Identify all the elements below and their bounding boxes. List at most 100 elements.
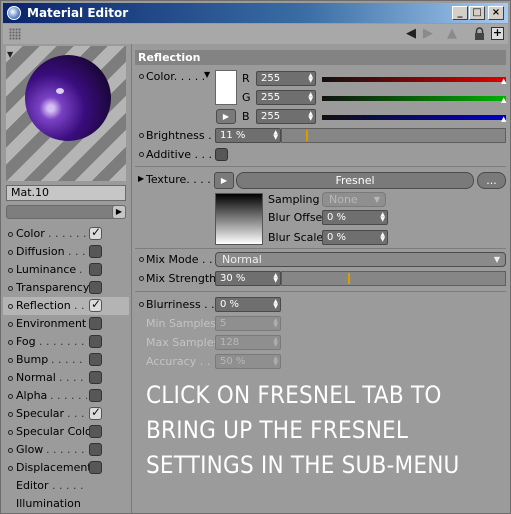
forward-arrow-icon[interactable]: ▶ <box>423 27 433 41</box>
min-samples-field[interactable]: 5 ▲ ▼ <box>215 316 281 331</box>
channel-checkbox[interactable] <box>89 263 102 276</box>
blurriness-anim-dot[interactable] <box>139 302 144 307</box>
b-slider-handle[interactable]: ▲ <box>501 116 506 123</box>
material-scroll-bar[interactable]: ▶ <box>6 205 126 219</box>
channel-item[interactable]: Displacement <box>3 459 129 477</box>
channel-anim-dot[interactable] <box>8 430 13 435</box>
brightness-spinner-icon[interactable]: ▲ ▼ <box>273 130 278 141</box>
close-button[interactable]: × <box>488 6 504 20</box>
color-menu-icon[interactable]: ▼ <box>204 70 210 79</box>
channel-item[interactable]: Color. . . . . . . <box>3 225 129 243</box>
channel-anim-dot[interactable] <box>8 412 13 417</box>
additive-checkbox[interactable] <box>215 148 228 161</box>
channel-item[interactable]: Glow. . . . . . . . . <box>3 441 129 459</box>
channel-checkbox[interactable] <box>89 317 102 330</box>
g-slider[interactable] <box>322 96 506 101</box>
channel-anim-dot[interactable] <box>8 448 13 453</box>
brightness-field[interactable]: 11 % ▲ ▼ <box>215 128 281 143</box>
channel-item[interactable]: Luminance. . . . <box>3 261 129 279</box>
grip-icon[interactable] <box>9 28 21 40</box>
channel-item[interactable]: Diffusion. . . . . <box>3 243 129 261</box>
channel-anim-dot[interactable] <box>8 340 13 345</box>
channel-item[interactable]: Illumination <box>3 495 129 513</box>
texture-expand-icon[interactable]: ▶ <box>138 174 144 183</box>
channel-anim-dot[interactable] <box>8 466 13 471</box>
scroll-right-icon[interactable]: ▶ <box>112 205 126 219</box>
b-slider[interactable] <box>322 115 506 120</box>
channel-checkbox[interactable] <box>89 281 102 294</box>
brightness-slider-handle[interactable] <box>306 130 308 141</box>
blur-offset-field[interactable]: 0 % ▲ ▼ <box>322 210 388 225</box>
channel-anim-dot[interactable] <box>8 268 13 273</box>
channel-item[interactable]: Specular Color <box>3 423 129 441</box>
channel-anim-dot[interactable] <box>8 250 13 255</box>
channel-checkbox[interactable] <box>89 425 102 438</box>
channel-item[interactable]: Specular. . . . <box>3 405 129 423</box>
blur-scale-spinner-icon[interactable]: ▲ ▼ <box>380 232 385 243</box>
blur-scale-field[interactable]: 0 % ▲ ▼ <box>322 230 388 245</box>
max-samples-field[interactable]: 128 ▲ ▼ <box>215 335 281 350</box>
minimize-button[interactable]: _ <box>452 6 468 20</box>
g-slider-handle[interactable]: ▲ <box>501 97 506 104</box>
channel-anim-dot[interactable] <box>8 322 13 327</box>
channel-anim-dot[interactable] <box>8 286 13 291</box>
channel-checkbox[interactable] <box>89 371 102 384</box>
channel-item[interactable]: Bump. . . . . . . . <box>3 351 129 369</box>
channel-anim-dot[interactable] <box>8 394 13 399</box>
r-spinner-icon[interactable]: ▲ ▼ <box>308 73 313 84</box>
material-name-field[interactable]: Mat.10 <box>6 185 126 201</box>
channel-checkbox[interactable] <box>89 405 102 420</box>
mix-strength-field[interactable]: 30 % ▲ ▼ <box>215 271 281 286</box>
mix-strength-anim-dot[interactable] <box>139 276 144 281</box>
channel-item[interactable]: Alpha. . . . . . . . <box>3 387 129 405</box>
texture-menu-button[interactable]: ▶ <box>214 172 234 189</box>
b-spinner-icon[interactable]: ▲ ▼ <box>308 111 313 122</box>
mix-strength-spinner-icon[interactable]: ▲ ▼ <box>273 273 278 284</box>
new-window-icon[interactable]: + <box>491 27 504 40</box>
channel-checkbox[interactable] <box>89 443 102 456</box>
brightness-slider[interactable] <box>281 128 506 143</box>
color-picker-button[interactable]: ▶ <box>216 109 236 124</box>
channel-checkbox[interactable] <box>89 297 102 312</box>
channel-checkbox[interactable] <box>89 225 102 240</box>
texture-browse-button[interactable]: ... <box>477 172 506 189</box>
mix-strength-slider-handle[interactable] <box>348 273 350 284</box>
r-value-field[interactable]: 255 ▲ ▼ <box>256 71 316 86</box>
channel-item[interactable]: Reflection. . <box>3 297 129 315</box>
title-bar[interactable]: Material Editor _ □ × <box>3 3 508 23</box>
channel-anim-dot[interactable] <box>8 376 13 381</box>
blurriness-field[interactable]: 0 % ▲ ▼ <box>215 297 281 312</box>
color-swatch[interactable] <box>215 70 237 105</box>
r-slider[interactable] <box>322 77 506 82</box>
channel-item[interactable]: Editor. . . . . . . <box>3 477 129 495</box>
additive-anim-dot[interactable] <box>139 152 144 157</box>
channel-checkbox[interactable] <box>89 389 102 402</box>
brightness-anim-dot[interactable] <box>139 133 144 138</box>
accuracy-field[interactable]: 50 % ▲ ▼ <box>215 354 281 369</box>
channel-checkbox[interactable] <box>89 245 102 258</box>
mix-mode-anim-dot[interactable] <box>139 257 144 262</box>
channel-checkbox[interactable] <box>89 353 102 366</box>
mix-strength-slider[interactable] <box>281 271 506 286</box>
channel-item[interactable]: Normal. . . . . . . <box>3 369 129 387</box>
back-arrow-icon[interactable]: ◀ <box>406 27 416 41</box>
material-preview[interactable]: ▼ <box>6 46 126 181</box>
channel-anim-dot[interactable] <box>8 304 13 309</box>
channel-item[interactable]: Environment <box>3 315 129 333</box>
blurriness-spinner-icon[interactable]: ▲ ▼ <box>273 299 278 310</box>
channel-item[interactable]: Fog. . . . . . . . . <box>3 333 129 351</box>
color-anim-dot[interactable] <box>139 74 144 79</box>
mix-mode-dropdown[interactable]: Normal ▼ <box>215 252 506 267</box>
g-spinner-icon[interactable]: ▲ ▼ <box>308 92 313 103</box>
channel-anim-dot[interactable] <box>8 232 13 237</box>
lock-icon[interactable] <box>474 27 485 41</box>
channel-checkbox[interactable] <box>89 335 102 348</box>
r-slider-handle[interactable]: ▲ <box>501 78 506 85</box>
blur-offset-spinner-icon[interactable]: ▲ ▼ <box>380 212 385 223</box>
maximize-button[interactable]: □ <box>469 6 485 20</box>
preview-menu-icon[interactable]: ▼ <box>7 50 13 59</box>
up-arrow-icon[interactable]: ▲ <box>447 27 457 41</box>
channel-anim-dot[interactable] <box>8 358 13 363</box>
channel-checkbox[interactable] <box>89 461 102 474</box>
g-value-field[interactable]: 255 ▲ ▼ <box>256 90 316 105</box>
